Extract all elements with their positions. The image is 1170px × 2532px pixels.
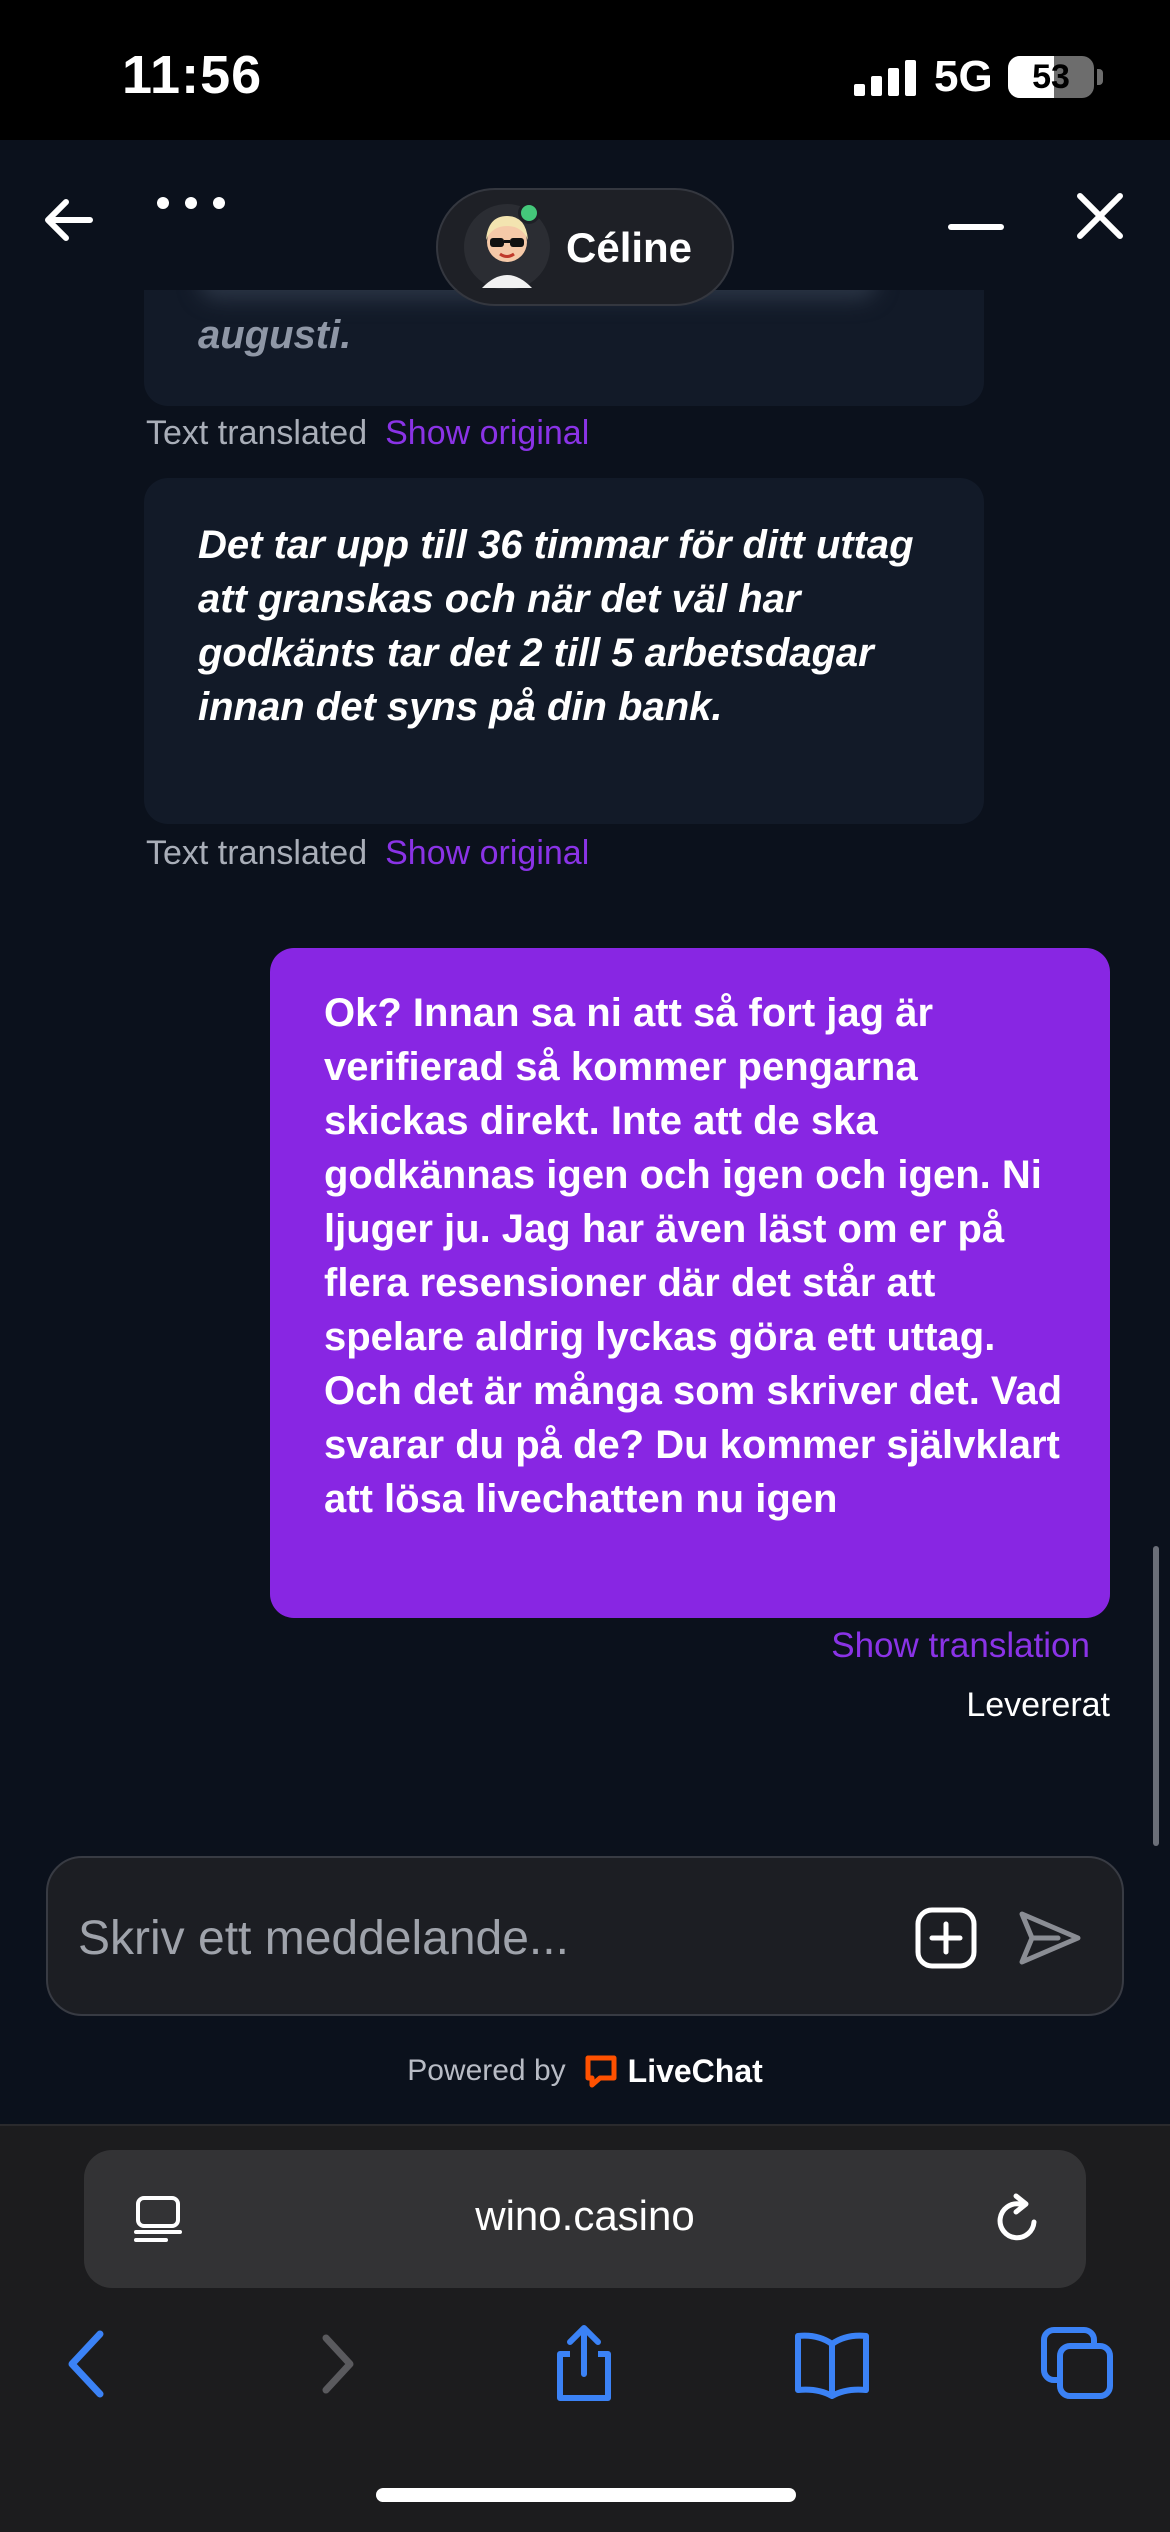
minimize-icon[interactable]: [948, 224, 1004, 230]
reload-icon[interactable]: [990, 2192, 1046, 2248]
livechat-icon: [585, 2055, 617, 2088]
status-time: 11:56: [122, 45, 263, 105]
status-bar: 11:56 5G 53: [0, 0, 1170, 140]
home-indicator: [376, 2488, 796, 2502]
livechat-brand[interactable]: LiveChat: [628, 2053, 763, 2090]
nav-back-icon[interactable]: [48, 2324, 128, 2404]
agent-name: Céline: [566, 224, 693, 271]
agent-message-1-meta: Text translated Show original: [146, 414, 589, 453]
show-original-link[interactable]: Show original: [385, 834, 589, 872]
agent-message-2-text: Det tar upp till 36 timmar för ditt utta…: [198, 523, 914, 729]
more-icon[interactable]: [155, 188, 227, 218]
delivery-status: Levererat: [966, 1686, 1110, 1724]
agent-message-2: Det tar upp till 36 timmar för ditt utta…: [144, 478, 984, 824]
agent-message-1-text: augusti.: [198, 313, 352, 357]
translated-label: Text translated: [146, 834, 368, 872]
chat-header: Céline: [0, 140, 1170, 306]
tabs-icon[interactable]: [1038, 2324, 1118, 2404]
browser-toolbar: wino.casino: [0, 2124, 1170, 2532]
address-bar[interactable]: wino.casino: [84, 2150, 1086, 2288]
translated-label: Text translated: [146, 414, 368, 452]
agent-info[interactable]: Céline: [436, 188, 734, 306]
back-arrow-icon[interactable]: [40, 190, 100, 250]
scrollbar[interactable]: [1153, 1546, 1159, 1846]
powered-by: Powered by LiveChat: [0, 2052, 1170, 2090]
battery-icon: 53: [1008, 56, 1094, 98]
bookmarks-icon[interactable]: [792, 2324, 872, 2404]
share-icon[interactable]: [544, 2324, 624, 2404]
user-message-text: Ok? Innan sa ni att så fort jag är verif…: [324, 991, 1063, 1521]
show-original-link[interactable]: Show original: [385, 414, 589, 452]
message-input[interactable]: [78, 1898, 898, 1978]
agent-message-2-meta: Text translated Show original: [146, 834, 589, 873]
close-icon[interactable]: [1072, 188, 1128, 244]
powered-by-label: Powered by: [407, 2054, 566, 2087]
nav-forward-icon[interactable]: [298, 2324, 378, 2404]
battery-tip: [1097, 69, 1103, 85]
url-text: wino.casino: [475, 2192, 695, 2239]
signal-icon: [854, 60, 916, 96]
show-translation-link[interactable]: Show translation: [831, 1626, 1090, 1666]
online-status-icon: [518, 202, 540, 224]
send-icon[interactable]: [1018, 1908, 1082, 1968]
battery-percent: 53: [1032, 58, 1070, 96]
user-message: Ok? Innan sa ni att så fort jag är verif…: [270, 948, 1110, 1618]
attach-icon[interactable]: [914, 1906, 978, 1970]
network-label: 5G: [934, 52, 993, 101]
message-composer: [46, 1856, 1124, 2016]
